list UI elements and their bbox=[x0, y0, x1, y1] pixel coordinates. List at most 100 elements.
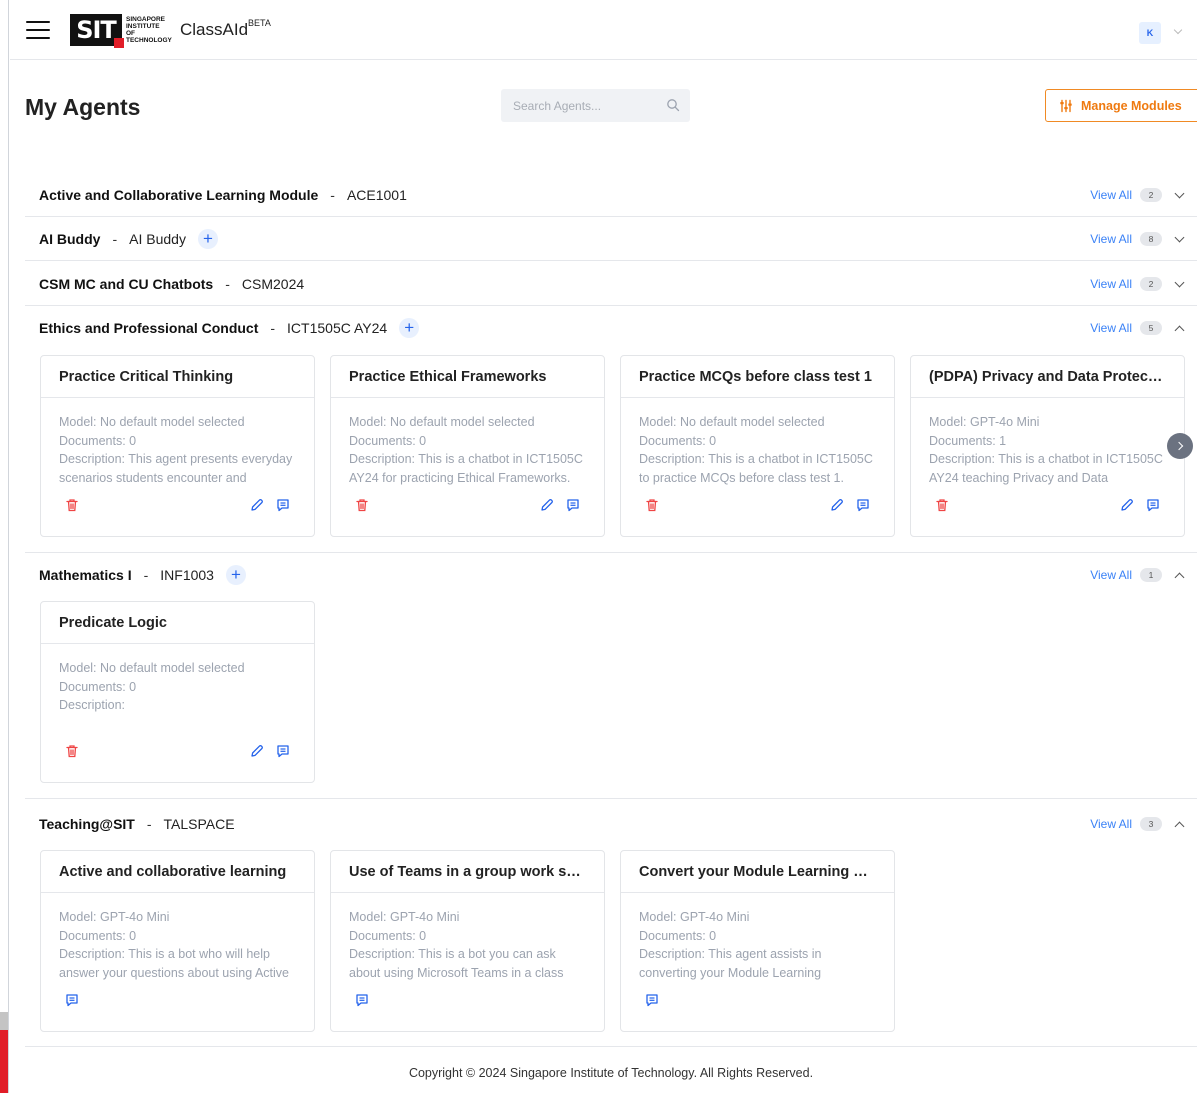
agent-count-badge: 8 bbox=[1140, 232, 1162, 246]
add-agent-plus-icon[interactable]: + bbox=[399, 318, 420, 338]
module-name: Teaching@SIT bbox=[39, 815, 135, 832]
agent-count-badge: 5 bbox=[1140, 321, 1162, 335]
chevron-down-icon[interactable] bbox=[1173, 25, 1183, 35]
chevron-up-icon[interactable] bbox=[1174, 821, 1185, 831]
chevron-up-icon[interactable] bbox=[1174, 572, 1185, 582]
agent-documents: Documents: 0 bbox=[349, 928, 427, 943]
module-separator: - bbox=[225, 275, 230, 292]
chat-icon[interactable] bbox=[355, 993, 369, 1007]
agent-description: Description: This is a chatbot in ICT150… bbox=[639, 452, 873, 485]
chevron-up-icon[interactable] bbox=[1174, 325, 1185, 335]
agent-card[interactable]: Practice Ethical Frameworks Model: No de… bbox=[330, 355, 605, 537]
pencil-icon[interactable] bbox=[830, 498, 844, 512]
add-agent-plus-icon[interactable]: + bbox=[197, 228, 218, 249]
module-row[interactable]: Ethics and Professional Conduct - ICT150… bbox=[25, 306, 1197, 350]
agent-title[interactable]: Practice MCQs before class test 1 bbox=[621, 356, 894, 398]
trash-icon[interactable] bbox=[65, 744, 79, 758]
module-name: Mathematics I bbox=[39, 566, 132, 583]
agent-title[interactable]: (PDPA) Privacy and Data Protection bbox=[911, 356, 1184, 398]
chat-icon[interactable] bbox=[645, 993, 659, 1007]
pencil-icon[interactable] bbox=[250, 498, 264, 512]
agent-details: Model: No default model selected Documen… bbox=[41, 644, 314, 734]
chat-icon[interactable] bbox=[566, 498, 580, 512]
module-code: ICT1505C AY24 bbox=[287, 320, 388, 336]
module-row[interactable]: Active and Collaborative Learning Module… bbox=[25, 173, 1197, 217]
module-separator: - bbox=[112, 230, 118, 247]
agent-documents: Documents: 0 bbox=[59, 679, 137, 694]
pencil-icon[interactable] bbox=[540, 498, 554, 512]
chat-icon[interactable] bbox=[65, 993, 79, 1007]
chevron-down-icon[interactable] bbox=[1174, 277, 1185, 287]
agent-model: Model: No default model selected bbox=[349, 415, 535, 429]
carousel-next-arrow-icon[interactable] bbox=[1167, 433, 1193, 459]
module-separator: - bbox=[330, 186, 335, 203]
agent-card[interactable]: Use of Teams in a group work sett... Mod… bbox=[330, 850, 605, 1032]
chevron-down-icon[interactable] bbox=[1174, 232, 1185, 242]
search-icon[interactable] bbox=[666, 98, 680, 112]
agent-title[interactable]: Practice Critical Thinking bbox=[41, 356, 314, 398]
user-avatar[interactable]: K bbox=[1139, 22, 1161, 44]
view-all-link[interactable]: View All bbox=[1090, 817, 1132, 831]
sit-logo[interactable]: SIT Singapore Institute of Technology bbox=[70, 13, 172, 48]
agent-documents: Documents: 1 bbox=[929, 433, 1007, 448]
agent-title[interactable]: Use of Teams in a group work sett... bbox=[331, 851, 604, 893]
search-input[interactable] bbox=[513, 98, 663, 113]
menu-hamburger-icon[interactable] bbox=[26, 20, 50, 39]
module-separator: - bbox=[143, 566, 149, 583]
view-all-link[interactable]: View All bbox=[1090, 277, 1132, 291]
agent-description: Description: bbox=[59, 698, 125, 712]
agent-title[interactable]: Predicate Logic bbox=[41, 602, 314, 644]
chevron-down-icon[interactable] bbox=[1174, 188, 1185, 198]
chat-icon[interactable] bbox=[276, 744, 290, 758]
agent-count-badge: 3 bbox=[1140, 817, 1162, 831]
view-all-link[interactable]: View All bbox=[1090, 321, 1132, 335]
manage-modules-label: Manage Modules bbox=[1081, 98, 1182, 113]
module-name: Active and Collaborative Learning Module bbox=[39, 186, 319, 203]
add-agent-plus-icon[interactable]: + bbox=[225, 564, 246, 585]
module-name: Ethics and Professional Conduct bbox=[39, 320, 259, 336]
agent-card[interactable]: Predicate Logic Model: No default model … bbox=[40, 601, 315, 783]
agent-description: Description: This agent assists in conve… bbox=[639, 947, 822, 980]
trash-icon[interactable] bbox=[645, 498, 659, 512]
trash-icon[interactable] bbox=[935, 498, 949, 512]
chat-icon[interactable] bbox=[1146, 498, 1160, 512]
agent-card[interactable]: Practice Critical Thinking Model: No def… bbox=[40, 355, 315, 537]
module-code: INF1003 bbox=[160, 566, 214, 583]
pencil-icon[interactable] bbox=[250, 744, 264, 758]
agent-details: Model: GPT-4o Mini Documents: 0 Descript… bbox=[621, 893, 894, 983]
agent-model: Model: No default model selected bbox=[59, 415, 245, 429]
agent-title[interactable]: Convert your Module Learning O... bbox=[621, 851, 894, 893]
logo-text: Singapore Institute of Technology bbox=[126, 15, 172, 44]
agent-model: Model: GPT-4o Mini bbox=[349, 910, 460, 924]
manage-modules-button[interactable]: Manage Modules bbox=[1045, 89, 1197, 122]
agent-model: Model: GPT-4o Mini bbox=[929, 415, 1040, 429]
agent-details: Model: No default model selected Documen… bbox=[331, 398, 604, 488]
agent-card[interactable]: Convert your Module Learning O... Model:… bbox=[620, 850, 895, 1032]
trash-icon[interactable] bbox=[355, 498, 369, 512]
agent-details: Model: GPT-4o Mini Documents: 0 Descript… bbox=[331, 893, 604, 983]
pencil-icon[interactable] bbox=[1120, 498, 1134, 512]
agent-title[interactable]: Practice Ethical Frameworks bbox=[331, 356, 604, 398]
rail-accent-top bbox=[0, 1012, 8, 1030]
page-title: My Agents bbox=[25, 94, 141, 120]
module-row[interactable]: Mathematics I - INF1003 + View All 1 bbox=[25, 552, 1197, 596]
top-navbar: SIT Singapore Institute of Technology Cl… bbox=[10, 0, 1197, 60]
view-all-link[interactable]: View All bbox=[1090, 232, 1132, 246]
chat-icon[interactable] bbox=[856, 498, 870, 512]
module-row[interactable]: AI Buddy - AI Buddy + View All 8 bbox=[25, 217, 1197, 261]
chat-icon[interactable] bbox=[276, 498, 290, 512]
view-all-link[interactable]: View All bbox=[1090, 568, 1132, 582]
footer: Copyright © 2024 Singapore Institute of … bbox=[25, 1046, 1197, 1093]
module-row[interactable]: Teaching@SIT - TALSPACE View All 3 bbox=[25, 798, 1197, 848]
agent-card[interactable]: Practice MCQs before class test 1 Model:… bbox=[620, 355, 895, 537]
agent-description: Description: This is a chatbot in ICT150… bbox=[929, 452, 1163, 485]
agent-card[interactable]: (PDPA) Privacy and Data Protection Model… bbox=[910, 355, 1185, 537]
agent-model: Model: No default model selected bbox=[59, 661, 245, 675]
agent-description: Description: This is a bot you can ask a… bbox=[349, 947, 564, 980]
copyright-text: Copyright © 2024 Singapore Institute of … bbox=[408, 1066, 814, 1080]
agent-title[interactable]: Active and collaborative learning bbox=[41, 851, 314, 893]
agent-card[interactable]: Active and collaborative learning Model:… bbox=[40, 850, 315, 1032]
trash-icon[interactable] bbox=[65, 498, 79, 512]
view-all-link[interactable]: View All bbox=[1090, 188, 1132, 202]
module-row[interactable]: CSM MC and CU Chatbots - CSM2024 View Al… bbox=[25, 262, 1197, 306]
